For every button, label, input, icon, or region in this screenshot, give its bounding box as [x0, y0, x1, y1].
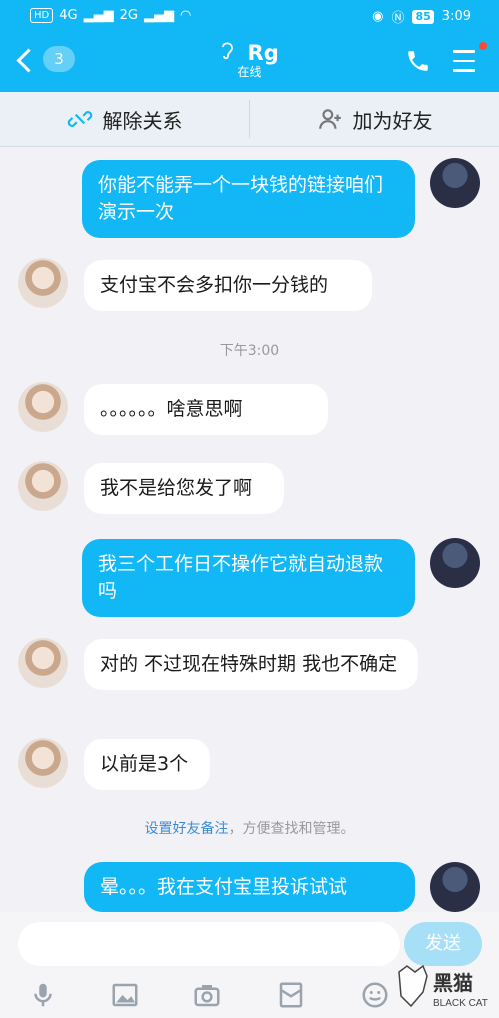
contact-avatar[interactable]: [18, 258, 68, 308]
ear-icon: [222, 42, 234, 60]
add-user-icon: [318, 109, 341, 129]
emoji-icon[interactable]: [360, 980, 390, 1010]
hd-badge: HD: [30, 8, 54, 23]
message-input[interactable]: [18, 922, 400, 966]
message-bubble: 我不是给您发了啊: [84, 463, 284, 514]
watermark-logo: 黑猫 BLACK CAT: [393, 962, 491, 1014]
chat-header: HD 4G ▂▄▆ 2G ▂▄▆ ◠ ◉ Ⓝ 85 3:09 3 Rg 在线: [0, 0, 499, 92]
contact-avatar[interactable]: [18, 382, 68, 432]
remove-relationship-label: 解除关系: [102, 108, 183, 133]
menu-button[interactable]: [453, 50, 475, 79]
contact-avatar[interactable]: [18, 738, 68, 788]
status-left: HD 4G ▂▄▆ 2G ▂▄▆ ◠: [30, 8, 191, 23]
send-button[interactable]: 发送: [404, 922, 482, 966]
signal-4g: 4G: [59, 8, 78, 23]
eye-icon: ◉: [372, 9, 384, 24]
red-packet-icon[interactable]: [276, 980, 306, 1010]
message-timestamp: 下午3:00: [219, 343, 280, 359]
image-icon[interactable]: [110, 980, 140, 1010]
message-bubble: 对的 不过现在特殊时期 我也不确定: [84, 639, 418, 690]
message-bubble: 以前是3个: [84, 739, 210, 790]
svg-text:黑猫: 黑猫: [433, 972, 473, 995]
status-bar: HD 4G ▂▄▆ 2G ▂▄▆ ◠ ◉ Ⓝ 85 3:09: [0, 0, 499, 32]
my-avatar[interactable]: [430, 538, 480, 588]
remove-relationship-button[interactable]: 解除关系: [0, 92, 249, 146]
remark-hint: 设置好友备注，方便查找和管理。: [0, 818, 499, 838]
message-bubble: 晕。。。我在支付宝里投诉试试: [84, 862, 415, 912]
camera-icon[interactable]: [192, 980, 222, 1010]
status-right: ◉ Ⓝ 85 3:09: [372, 7, 471, 26]
set-remark-link[interactable]: 设置好友备注: [145, 821, 229, 837]
black-cat-logo-icon: 黑猫 BLACK CAT: [398, 964, 488, 1009]
microphone-icon[interactable]: [28, 980, 58, 1010]
contact-name: Rg: [247, 41, 279, 65]
contact-avatar[interactable]: [18, 461, 68, 511]
notification-dot: [479, 42, 487, 50]
signal-2g: 2G: [119, 8, 138, 23]
nfc-icon: Ⓝ: [391, 11, 405, 26]
my-avatar[interactable]: [430, 862, 480, 912]
wifi-icon: ◠: [179, 8, 192, 23]
remark-hint-text: ，方便查找和管理。: [228, 821, 355, 837]
svg-text:BLACK CAT: BLACK CAT: [433, 998, 488, 1009]
contact-avatar[interactable]: [18, 638, 68, 688]
message-bubble: 。。。。。。啥意思啊: [84, 384, 328, 435]
unlink-icon: [67, 111, 92, 127]
battery-level: 85: [412, 9, 434, 24]
title-bar: 3 Rg 在线: [0, 32, 499, 92]
signal-icon: ▂▄▆: [83, 8, 114, 23]
add-friend-label: 加为好友: [352, 108, 433, 133]
message-bubble: 支付宝不会多扣你一分钱的: [84, 260, 372, 311]
phone-icon[interactable]: [405, 48, 431, 74]
my-avatar[interactable]: [430, 158, 480, 208]
clock: 3:09: [441, 9, 471, 24]
relationship-action-bar: 解除关系 加为好友: [0, 92, 499, 147]
signal-icon-2: ▂▄▆: [143, 8, 174, 23]
message-bubble: 我三个工作日不操作它就自动退款吗: [82, 539, 415, 617]
message-bubble: 你能不能弄一个一块钱的链接咱们演示一次: [82, 160, 415, 238]
add-friend-button[interactable]: 加为好友: [250, 92, 499, 146]
